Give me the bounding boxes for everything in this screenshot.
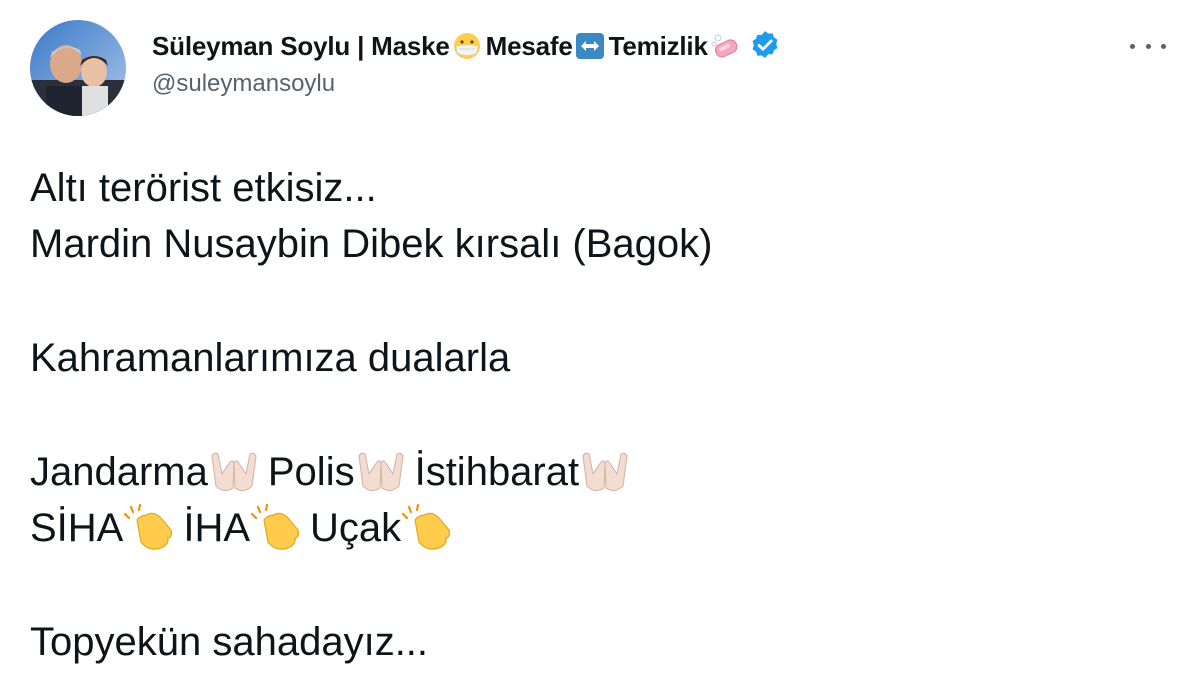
- tweet-line-text: Mardin Nusaybin Dibek kırsalı (Bagok): [30, 222, 713, 266]
- dot-icon: [1161, 43, 1166, 49]
- tweet-word: Polis: [267, 450, 355, 494]
- tweet-line: Kahramanlarımıza dualarla: [30, 330, 712, 386]
- user-handle[interactable]: @suleymansoylu: [152, 70, 782, 98]
- tweet-line-text: Kahramanlarımıza dualarla: [30, 336, 511, 380]
- clapping-hands-icon: [250, 503, 302, 552]
- tweet-line: Jandarma Polis İstihbarat: [30, 444, 712, 500]
- tweet-line: Topyekün sahadayız...: [30, 614, 712, 670]
- tweet-line-text: Altı terörist etkisiz...: [30, 166, 377, 210]
- palms-up-together-icon: [355, 448, 407, 496]
- display-name-row[interactable]: Süleyman Soylu | Maske Mesafe Temizlik: [152, 26, 782, 66]
- tweet-card: Süleyman Soylu | Maske Mesafe Temizlik @…: [0, 0, 1200, 682]
- tweet-word: SİHA: [30, 506, 124, 550]
- display-name-part-1[interactable]: Süleyman Soylu | Maske: [152, 31, 450, 62]
- dot-icon: [1145, 43, 1151, 49]
- tweet-line: Mardin Nusaybin Dibek kırsalı (Bagok): [30, 216, 712, 272]
- verified-badge-icon: [748, 29, 782, 63]
- avatar[interactable]: [30, 20, 126, 116]
- tweet-header: Süleyman Soylu | Maske Mesafe Temizlik @…: [152, 26, 782, 98]
- tweet-line-text: Topyekün sahadayız...: [30, 620, 429, 664]
- left-right-arrow-icon: [575, 31, 605, 61]
- more-options-icon[interactable]: [1130, 36, 1166, 56]
- display-name-part-2[interactable]: Mesafe: [486, 31, 573, 62]
- tweet-word: İstihbarat: [414, 450, 580, 494]
- clapping-hands-icon: [123, 503, 175, 552]
- tweet-line: SİHA İHA Uçak: [30, 500, 712, 556]
- tweet-word: Jandarma: [30, 450, 208, 494]
- display-name-part-3[interactable]: Temizlik: [609, 31, 708, 62]
- palms-up-together-icon: [208, 448, 260, 496]
- tweet-line: Altı terörist etkisiz...: [30, 160, 712, 216]
- face-with-medical-mask-icon: [452, 31, 482, 61]
- tweet-text: Altı terörist etkisiz... Mardin Nusaybin…: [30, 160, 712, 670]
- clapping-hands-icon: [401, 503, 453, 552]
- tweet-word: Uçak: [310, 506, 402, 550]
- tweet-word: İHA: [183, 506, 251, 550]
- soap-icon: [710, 31, 740, 61]
- palms-up-together-icon: [579, 448, 631, 496]
- dot-icon: [1130, 43, 1135, 49]
